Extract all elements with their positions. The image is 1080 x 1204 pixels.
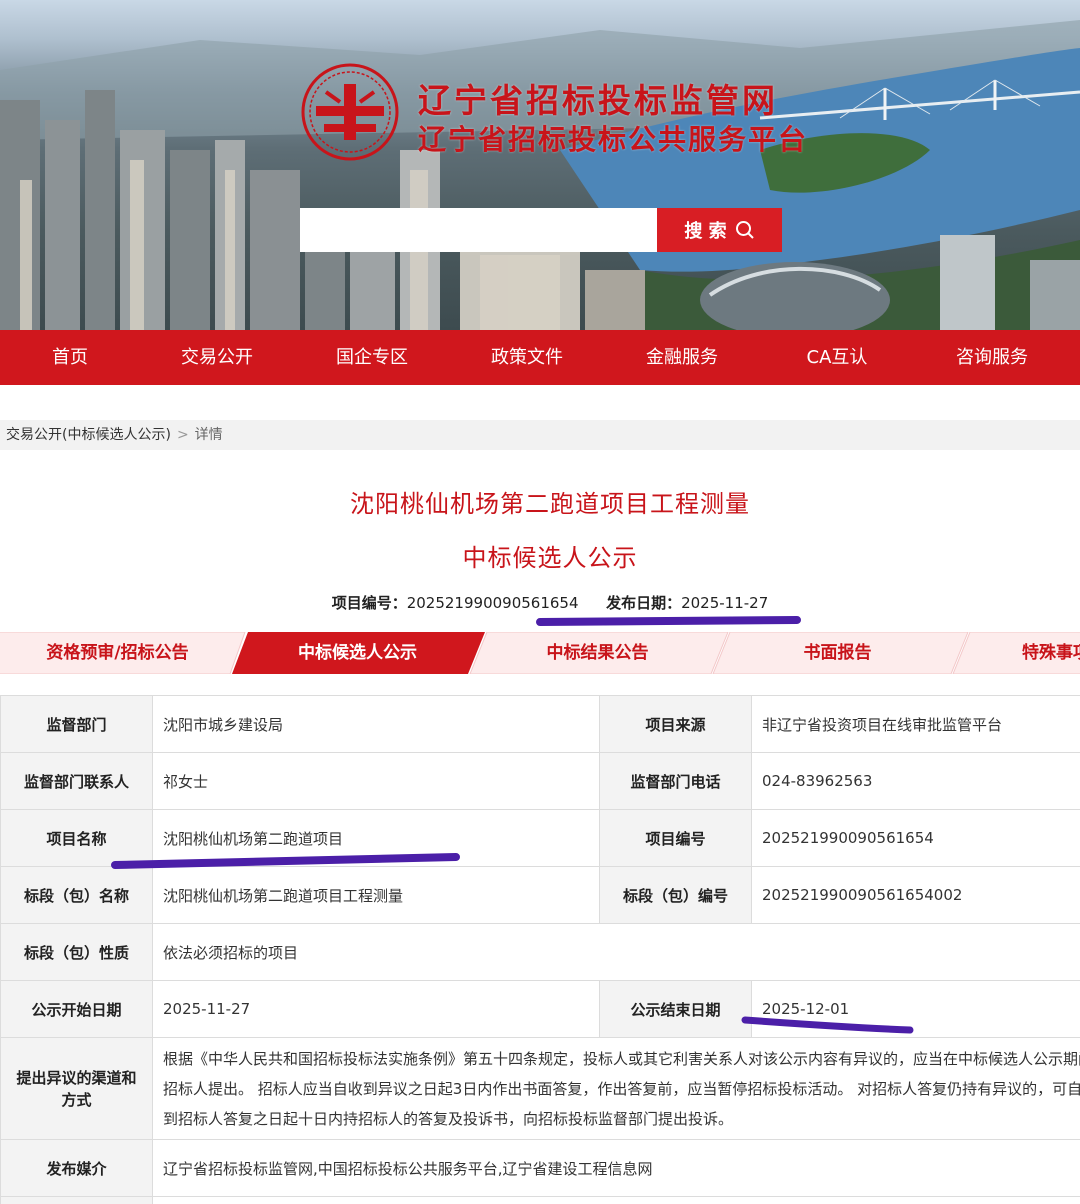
section-no-label: 标段（包）编号 <box>599 866 752 924</box>
table-row: 项目名称 沈阳桃仙机场第二跑道项目 项目编号 20252199009056165… <box>0 809 1080 867</box>
tab-prequalification[interactable]: 资格预审/招标公告 <box>0 632 235 674</box>
page-subtitle: 中标候选人公示 <box>462 544 638 572</box>
supervisor-dept-label: 监督部门 <box>0 695 153 753</box>
site-subtitle: 辽宁省招标投标公共服务平台 <box>418 123 809 156</box>
table-row: 公示开始日期 2025-11-27 公示结束日期 2025-12-01 <box>0 980 1080 1038</box>
table-row: 标段（包）性质 依法必须招标的项目 <box>0 923 1080 981</box>
media-label: 发布媒介 <box>0 1139 153 1197</box>
nav-item-soe[interactable]: 国企专区 <box>317 330 427 385</box>
phone-label: 监督部门电话 <box>599 752 752 810</box>
nav-item-consult[interactable]: 咨询服务 <box>937 330 1047 385</box>
table-row: 标段（包）名称 沈阳桃仙机场第二跑道项目工程测量 标段（包）编号 2025219… <box>0 866 1080 924</box>
search-icon <box>735 221 754 239</box>
end-date-value: 2025-12-01 <box>751 980 1080 1038</box>
end-date-label: 公示结束日期 <box>599 980 752 1038</box>
phone-value: 024-83962563 <box>751 752 1080 810</box>
breadcrumb-parent-link[interactable]: 交易公开(中标候选人公示) <box>6 427 171 443</box>
header-banner: 辽宁省招标投标监管网 辽宁省招标投标公共服务平台 搜 索 <box>0 0 1080 330</box>
section-name-value: 沈阳桃仙机场第二跑道项目工程测量 <box>152 866 600 924</box>
table-row: 发布媒介 辽宁省招标投标监管网,中国招标投标公共服务平台,辽宁省建设工程信息网 <box>0 1139 1080 1197</box>
table-row <box>0 1196 1080 1204</box>
project-no-value: 202521990090561654 <box>406 594 579 612</box>
tab-candidate-notice[interactable]: 中标候选人公示 <box>240 632 475 674</box>
main-nav: 首页 交易公开 国企专区 政策文件 金融服务 CA互认 咨询服务 <box>0 330 1080 385</box>
site-title: 辽宁省招标投标监管网 <box>418 81 778 120</box>
page-title: 沈阳桃仙机场第二跑道项目工程测量 <box>350 490 750 518</box>
tab-special-matters[interactable]: 特殊事项 <box>1000 632 1080 674</box>
empty-value <box>152 1196 1080 1204</box>
tab-written-report[interactable]: 书面报告 <box>720 632 955 674</box>
nav-item-ca[interactable]: CA互认 <box>782 330 892 385</box>
section-name-label: 标段（包）名称 <box>0 866 153 924</box>
project-source-label: 项目来源 <box>599 695 752 753</box>
city-skyline-image <box>0 20 1080 330</box>
annotation-underline-date <box>536 616 801 626</box>
project-no-row-label: 项目编号 <box>599 809 752 867</box>
page-meta: 项目编号：202521990090561654 发布日期：2025-11-27 <box>0 592 1080 613</box>
search-button-label: 搜 索 <box>684 221 727 242</box>
publish-date-label: 发布日期： <box>606 594 682 612</box>
nav-item-finance[interactable]: 金融服务 <box>627 330 737 385</box>
media-value: 辽宁省招标投标监管网,中国招标投标公共服务平台,辽宁省建设工程信息网 <box>152 1139 1080 1197</box>
section-nature-value: 依法必须招标的项目 <box>152 923 1080 981</box>
nav-item-home[interactable]: 首页 <box>15 330 125 385</box>
project-name-value: 沈阳桃仙机场第二跑道项目 <box>152 809 600 867</box>
breadcrumb-separator: > <box>176 427 189 443</box>
table-row: 提出异议的渠道和方式 根据《中华人民共和国招标投标法实施条例》第五十四条规定，投… <box>0 1037 1080 1140</box>
table-row: 监督部门联系人 祁女士 监督部门电话 024-83962563 <box>0 752 1080 810</box>
publish-date-value: 2025-11-27 <box>681 594 769 612</box>
section-no-value: 202521990090561654002 <box>751 866 1080 924</box>
tab-result-notice[interactable]: 中标结果公告 <box>480 632 715 674</box>
search-input[interactable] <box>300 208 657 252</box>
nav-item-policy[interactable]: 政策文件 <box>472 330 582 385</box>
project-no-row-value: 202521990090561654 <box>751 809 1080 867</box>
contact-label: 监督部门联系人 <box>0 752 153 810</box>
empty-label <box>0 1196 153 1204</box>
breadcrumb-current: 详情 <box>194 427 223 443</box>
detail-table: 监督部门 沈阳市城乡建设局 项目来源 非辽宁省投资项目在线审批监管平台 监督部门… <box>0 695 1080 1204</box>
project-source-value: 非辽宁省投资项目在线审批监管平台 <box>751 695 1080 753</box>
supervisor-dept-value: 沈阳市城乡建设局 <box>152 695 600 753</box>
objection-label: 提出异议的渠道和方式 <box>0 1037 153 1140</box>
project-name-label: 项目名称 <box>0 809 153 867</box>
nav-item-trading[interactable]: 交易公开 <box>162 330 272 385</box>
contact-value: 祁女士 <box>152 752 600 810</box>
site-logo-icon <box>301 63 399 161</box>
table-row: 监督部门 沈阳市城乡建设局 项目来源 非辽宁省投资项目在线审批监管平台 <box>0 695 1080 753</box>
objection-value: 根据《中华人民共和国招标投标法实施条例》第五十四条规定，投标人或其它利害关系人对… <box>152 1037 1080 1140</box>
start-date-value: 2025-11-27 <box>152 980 600 1038</box>
start-date-label: 公示开始日期 <box>0 980 153 1038</box>
search-button[interactable]: 搜 索 <box>657 208 782 252</box>
tab-bar: 资格预审/招标公告 中标候选人公示 中标结果公告 书面报告 特殊事项 <box>0 632 1080 674</box>
section-nature-label: 标段（包）性质 <box>0 923 153 981</box>
breadcrumb: 交易公开(中标候选人公示) > 详情 <box>0 420 1080 450</box>
project-no-label: 项目编号： <box>331 594 407 612</box>
